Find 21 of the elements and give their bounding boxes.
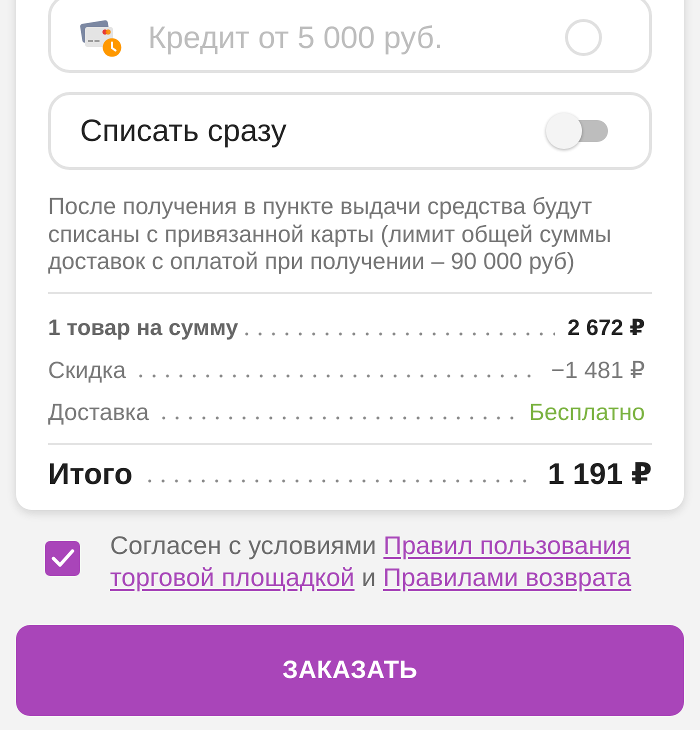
option-label: Списать сразу (80, 112, 288, 150)
total-value: 1 191 ₽ (548, 456, 652, 492)
summary-value: 2 672 ₽ (567, 314, 645, 342)
terms-link[interactable]: Правил пользования (383, 532, 631, 560)
summary-value: Бесплатно (528, 398, 645, 426)
option-card[interactable]: Списать сразу (48, 92, 652, 170)
payment-note: После получения в пункте выдачи средства будут списаны с привязанной карты (лимит общей суммы доставок с оплатой при получении – 90 000 руб) (48, 193, 612, 276)
summary-label: Скидка (48, 356, 126, 384)
checkmark-icon (50, 548, 74, 568)
total-label: Итого (48, 456, 133, 492)
terms-link[interactable]: Правилами возврата (382, 564, 632, 592)
option-label: Кредит от 5 000 руб. (148, 18, 444, 56)
toggle-switch[interactable] (546, 112, 608, 150)
agreement-text: Согласен с условиями Правил пользования торговой площадкой и Правилами возврата (110, 530, 632, 594)
terms-link[interactable]: торговой площадкой (110, 564, 355, 592)
card-clock-icon (80, 18, 122, 56)
summary-value: −1 481 ₽ (550, 356, 645, 384)
checkbox[interactable] (45, 540, 80, 576)
summary-label: 1 товар на сумму (48, 314, 238, 342)
summary-label: Доставка (48, 398, 149, 426)
order-button[interactable]: ЗАКАЗАТЬ (16, 624, 684, 716)
